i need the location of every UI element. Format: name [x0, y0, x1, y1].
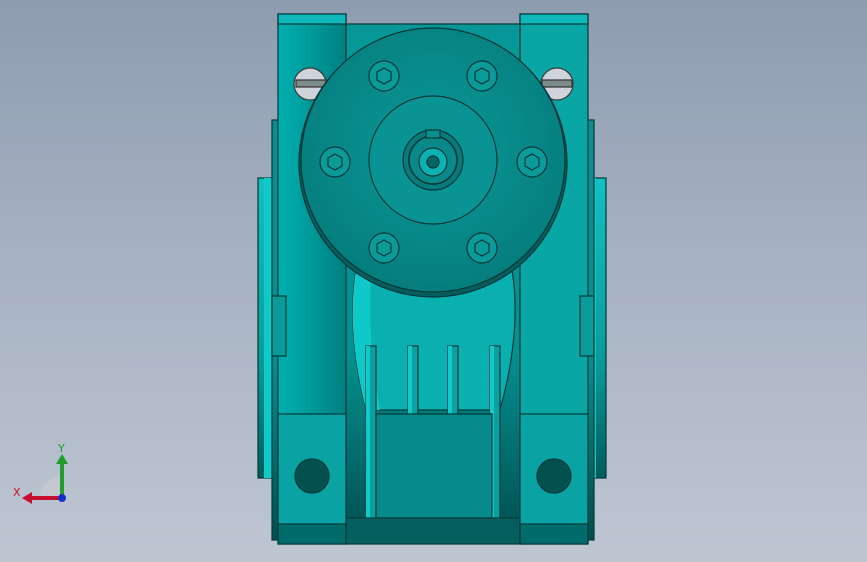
triad-z-axis [58, 494, 66, 502]
lower-front-plate[interactable] [375, 413, 493, 519]
gearbox-housing[interactable] [257, 13, 607, 545]
left-mount-hole[interactable] [294, 458, 330, 494]
triad-y-label: Y [57, 442, 65, 455]
shaft-center-hole[interactable] [426, 155, 440, 169]
shaft-keyway [425, 129, 441, 139]
triad-x-label: X [13, 486, 21, 499]
triad-y-arrow [56, 454, 68, 464]
triad-x-arrow [22, 492, 32, 504]
orientation-triad: Y X [13, 442, 68, 504]
right-mount-hole[interactable] [536, 458, 572, 494]
graphics-viewport[interactable]: Y X [0, 0, 867, 562]
model-view[interactable] [0, 0, 867, 562]
